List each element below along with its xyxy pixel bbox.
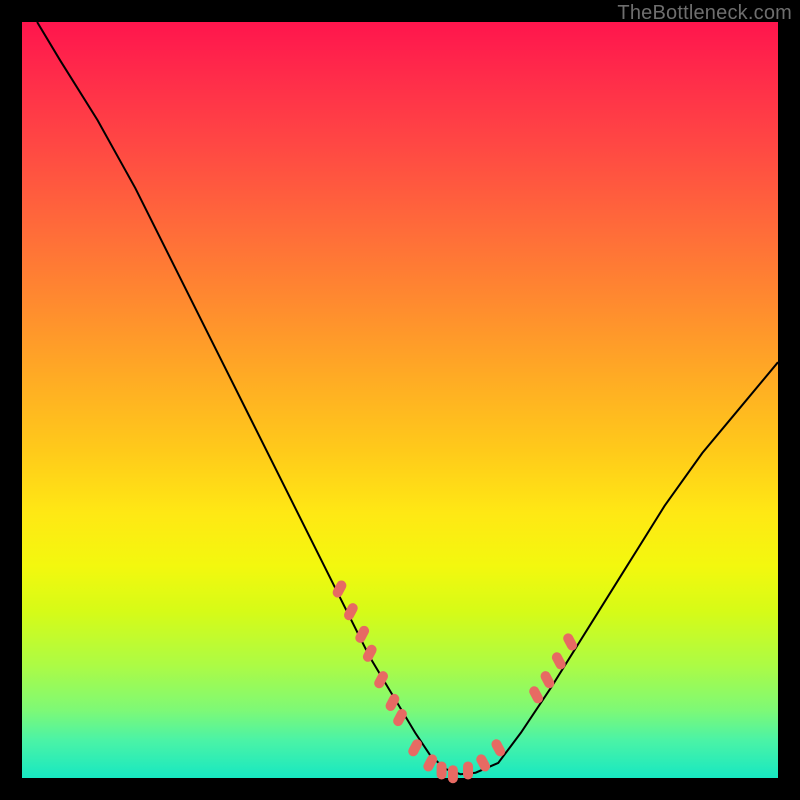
- curve-svg: [22, 22, 778, 778]
- curve-marker: [331, 579, 348, 600]
- chart-container: TheBottleneck.com: [0, 0, 800, 800]
- curve-marker: [539, 669, 556, 690]
- curve-layer: [37, 22, 778, 774]
- curve-marker: [550, 651, 567, 672]
- bottleneck-curve: [37, 22, 778, 774]
- plot-area: [22, 22, 778, 778]
- marker-layer: [331, 579, 579, 784]
- curve-marker: [475, 753, 492, 774]
- curve-marker: [448, 765, 458, 783]
- curve-marker: [342, 601, 359, 622]
- curve-marker: [354, 624, 371, 645]
- curve-marker: [437, 761, 447, 779]
- curve-marker: [384, 692, 401, 713]
- curve-marker: [463, 761, 473, 779]
- curve-marker: [422, 753, 439, 774]
